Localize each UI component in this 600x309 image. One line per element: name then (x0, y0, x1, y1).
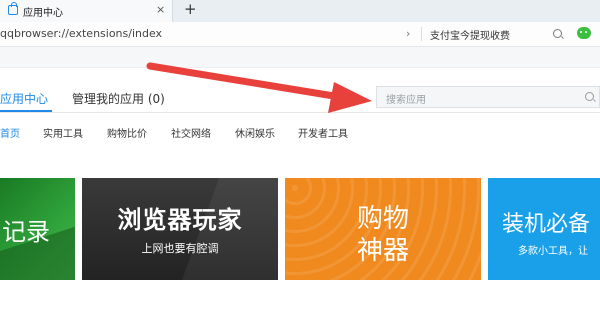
annotation-arrow (146, 62, 372, 113)
